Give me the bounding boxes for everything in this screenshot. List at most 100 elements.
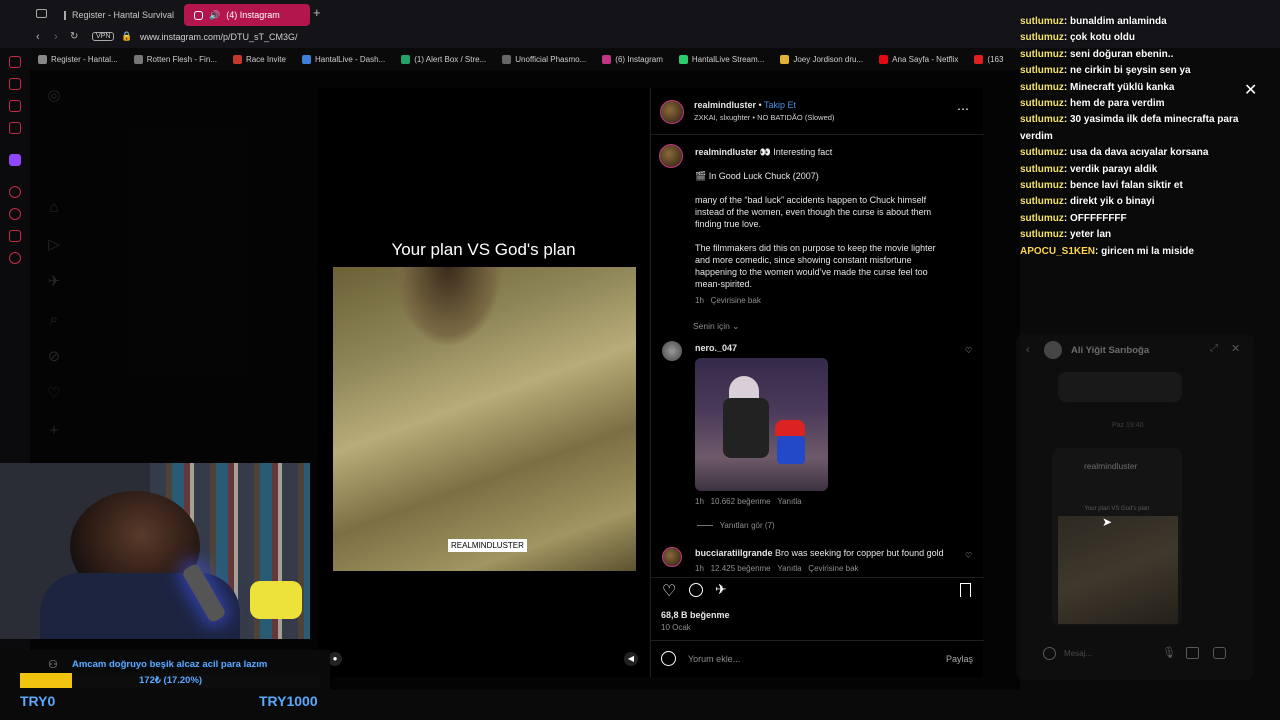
bookmark-item[interactable]: Ana Sayfa - Netflix [871, 54, 966, 64]
sidebar-app-icon[interactable] [9, 122, 21, 134]
reload-icon[interactable]: ↻ [70, 31, 78, 42]
bookmark-item[interactable]: HantalLive - Dash... [294, 54, 393, 64]
comment-time: 1h [695, 564, 704, 573]
see-translation-link[interactable]: Çevirisine bak [808, 564, 858, 573]
for-you-filter[interactable]: Senin için ⌄ [693, 321, 739, 332]
mic-icon[interactable]: 🎙 [1162, 646, 1176, 659]
chat-username[interactable]: sutlumuz [1020, 147, 1064, 158]
vpn-badge[interactable]: VPN [92, 32, 115, 41]
chat-username[interactable]: sutlumuz [1020, 98, 1064, 109]
emoji-icon[interactable] [1043, 647, 1056, 660]
forward-icon[interactable]: › [54, 31, 58, 43]
chat-username[interactable]: sutlumuz [1020, 114, 1064, 125]
video-frame[interactable]: REALMINDLUSTER [333, 267, 636, 571]
commenter-avatar[interactable] [662, 547, 682, 567]
reply-link[interactable]: Yanıtla [777, 564, 801, 573]
chat-username[interactable]: sutlumuz [1020, 82, 1064, 93]
donation-progress-text: 172₺ (17.20%) [139, 675, 203, 686]
save-icon[interactable] [960, 583, 971, 597]
image-icon[interactable] [1186, 647, 1199, 659]
history-icon[interactable] [9, 208, 21, 220]
comment-input[interactable]: Yorum ekle... [688, 654, 740, 664]
back-icon[interactable]: ‹ [36, 31, 40, 43]
chat-username[interactable]: APOCU_S1KEN [1020, 246, 1095, 257]
chat-username[interactable]: sutlumuz [1020, 16, 1064, 27]
comment-likes[interactable]: 10.662 beğenme [711, 497, 771, 506]
url-field[interactable]: www.instagram.com/p/DTU_sT_CM3G/ [140, 32, 298, 42]
caption-avatar[interactable] [659, 144, 683, 168]
bookmark-item[interactable]: (1) Alert Box / Stre... [393, 54, 494, 64]
bookmark-item[interactable]: HantalLive Stream... [671, 54, 772, 64]
dm-name[interactable]: Ali Yiğit Sarıboğa [1071, 345, 1149, 356]
chat-username[interactable]: sutlumuz [1020, 49, 1064, 60]
comment-likes[interactable]: 12.425 beğenme [711, 564, 771, 573]
sidebar-app-icon[interactable] [9, 100, 21, 112]
tab-instagram[interactable]: 🔊 (4) Instagram [184, 4, 310, 26]
author-avatar[interactable] [660, 100, 684, 124]
sticker-icon[interactable] [1213, 647, 1226, 659]
sidebar-app-icon[interactable] [9, 186, 21, 198]
sidebar-app-icon[interactable] [9, 56, 21, 68]
more-options-icon[interactable]: ⋯ [957, 102, 969, 116]
comment-icon[interactable] [689, 583, 703, 597]
view-replies[interactable]: Yanıtları gör (7) [697, 521, 775, 530]
like-count[interactable]: 68,8 B beğenme [661, 609, 730, 621]
tab-label: (4) Instagram [226, 10, 280, 20]
author-name[interactable]: realmindluster [694, 100, 756, 110]
bookmark-item[interactable]: Register - Hantal... [30, 54, 126, 64]
bookmark-item[interactable]: (6) Instagram [594, 54, 671, 64]
post-media[interactable]: Your plan VS God's plan REALMINDLUSTER ●… [318, 88, 649, 677]
chat-username[interactable]: sutlumuz [1020, 180, 1064, 191]
bookmark-item[interactable]: Race Invite [225, 54, 294, 64]
chat-username[interactable]: sutlumuz [1020, 65, 1064, 76]
chat-text: bence lavi falan siktir et [1070, 180, 1183, 192]
bookmark-label: Ana Sayfa - Netflix [892, 54, 959, 64]
chat-username[interactable]: sutlumuz [1020, 196, 1064, 207]
expand-icon[interactable]: ⤢ [1210, 343, 1218, 354]
bookmark-label: Race Invite [245, 54, 286, 64]
shared-post[interactable]: realmindluster Your plan VS God's plan [1052, 448, 1182, 626]
comment-user[interactable]: nero._047 [695, 342, 737, 354]
bookmark-item[interactable]: (163 [966, 54, 1011, 64]
follow-button[interactable]: Takip Et [764, 100, 796, 110]
twitch-icon[interactable] [9, 154, 21, 166]
heart-icon[interactable]: ♡ [965, 346, 972, 355]
reply-link[interactable]: Yanıtla [777, 497, 801, 506]
caption-user[interactable]: realmindluster [695, 147, 757, 157]
close-icon[interactable]: ✕ [1231, 342, 1240, 355]
heart-icon[interactable]: ♡ [965, 551, 972, 560]
like-icon[interactable]: ♡ [662, 581, 676, 601]
bookmark-item[interactable]: Unofficial Phasmo... [494, 54, 594, 64]
dm-input[interactable]: Mesaj... [1064, 649, 1092, 658]
sidebar-app-icon[interactable] [9, 230, 21, 242]
chat-username[interactable]: sutlumuz [1020, 32, 1064, 43]
tab-register[interactable]: Register - Hantal Survival [54, 4, 182, 26]
comment-user[interactable]: bucciaratiilgrande [695, 548, 773, 558]
dm-avatar[interactable] [1044, 341, 1062, 359]
commenter-avatar[interactable] [662, 341, 682, 361]
audio-track[interactable]: ZXKAI, slxughter • NO BATIDÃO (Slowed) [694, 113, 834, 122]
bookmark-item[interactable]: Joey Jordison dru... [772, 54, 871, 64]
chat-username[interactable]: sutlumuz [1020, 229, 1064, 240]
speaker-icon[interactable]: 🔊 [209, 10, 220, 21]
chat-username[interactable]: sutlumuz [1020, 213, 1064, 224]
chat-text: direkt yik o binayi [1070, 196, 1155, 208]
new-tab-button[interactable]: + [313, 6, 321, 19]
bookmark-item[interactable]: Rotten Flesh - Fin... [126, 54, 225, 64]
post-comment-button[interactable]: Paylaş [946, 654, 973, 664]
caption-movie: 🎬 In Good Luck Chuck (2007) [695, 171, 819, 181]
mute-icon[interactable]: ◀ [624, 652, 638, 666]
emoji-icon[interactable] [661, 651, 676, 666]
settings-icon[interactable] [9, 252, 21, 264]
back-icon[interactable]: ‹ [1026, 344, 1030, 356]
comment-image[interactable] [695, 358, 828, 491]
user-tag-icon[interactable]: ● [328, 652, 342, 666]
sidebar-app-icon[interactable] [9, 78, 21, 90]
share-icon[interactable]: ✈ [715, 581, 727, 598]
tab-overview-icon[interactable] [36, 9, 47, 18]
chat-message: sutlumuz: bence lavi falan siktir et [1020, 178, 1280, 194]
mouse-cursor-icon: ➤ [1102, 515, 1113, 529]
comment-meta: 1h 10.662 beğenme Yanıtla [695, 497, 802, 506]
see-translation-link[interactable]: Çevirisine bak [711, 296, 761, 305]
chat-username[interactable]: sutlumuz [1020, 164, 1064, 175]
